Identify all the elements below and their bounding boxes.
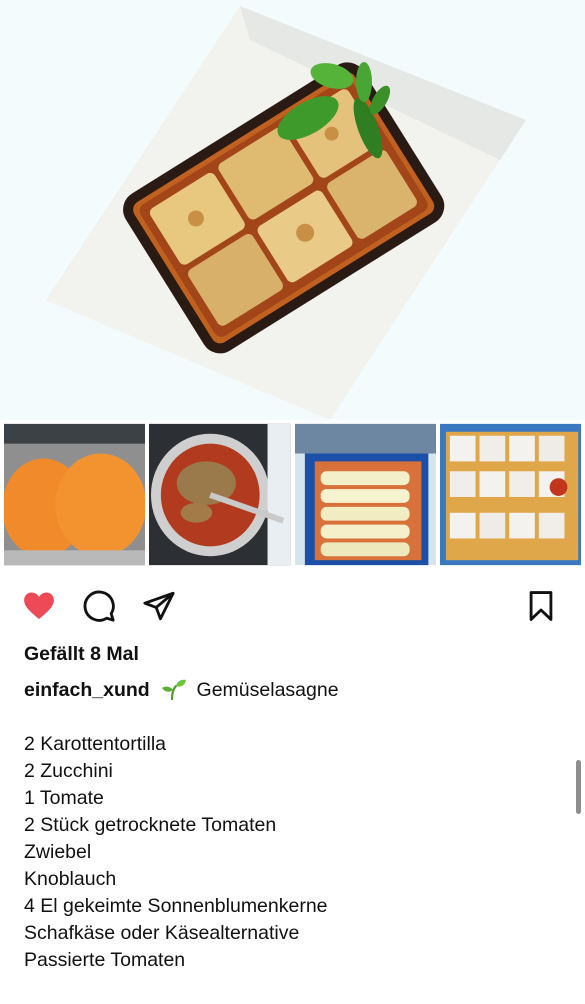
thumbnail-sauce-pan[interactable] <box>149 423 291 566</box>
save-button[interactable] <box>523 588 559 624</box>
post-main-image[interactable] <box>0 0 585 420</box>
post-action-bar <box>0 580 585 632</box>
ingredient-item: 2 Karottentortilla <box>24 733 166 755</box>
thumbnail-cheese-layer[interactable] <box>439 423 581 566</box>
comment-icon <box>83 590 115 622</box>
lasagna-photo <box>0 0 585 420</box>
seedling-emoji <box>162 679 187 700</box>
share-button[interactable] <box>141 588 177 624</box>
ingredient-item: Zwiebel <box>24 841 92 863</box>
step-thumbnails <box>0 423 585 566</box>
caption-username[interactable]: einfach_xund <box>24 679 150 701</box>
comment-button[interactable] <box>81 588 117 624</box>
caption-title: Gemüselasagne <box>196 679 339 701</box>
ingredient-item: 4 El gekeimte Sonnenblumenkerne <box>24 895 328 917</box>
send-icon <box>143 591 175 621</box>
ingredient-item: Passierte Tomaten <box>24 949 186 971</box>
post-caption: einfach_xund Gemüselasagne <box>24 678 339 702</box>
likes-count[interactable]: Gefällt 8 Mal <box>24 643 139 666</box>
ingredient-item: 2 Zucchini <box>24 760 113 782</box>
ingredient-item: 1 Tomate <box>24 787 104 809</box>
heart-icon <box>24 592 54 620</box>
like-button[interactable] <box>21 588 57 624</box>
ingredient-item: Knoblauch <box>24 868 117 890</box>
thumbnail-carrot-tortillas[interactable] <box>4 423 146 566</box>
thumbnail-zucchini-layer[interactable] <box>294 423 436 566</box>
ingredient-item: Schafkäse oder Käsealternative <box>24 922 300 944</box>
ingredient-item: 2 Stück getrocknete Tomaten <box>24 814 277 836</box>
bookmark-icon <box>529 591 553 621</box>
ingredient-list: 2 Karottentortilla 2 Zucchini 1 Tomate 2… <box>24 731 328 974</box>
scrollbar-thumb[interactable] <box>576 760 581 814</box>
